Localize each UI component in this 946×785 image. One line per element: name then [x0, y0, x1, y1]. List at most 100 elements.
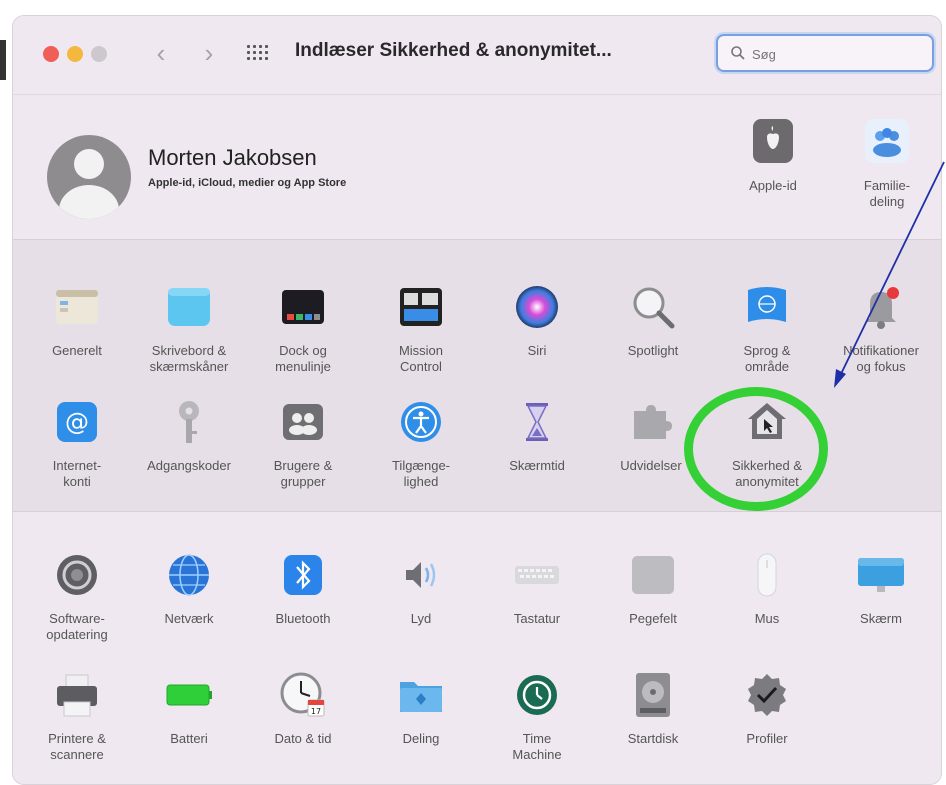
pane-skaerm[interactable]: Skærm: [823, 550, 939, 627]
close-button[interactable]: [43, 46, 59, 62]
notifications-icon: [866, 287, 899, 329]
show-all-grid-icon[interactable]: [247, 45, 271, 63]
network-icon: [169, 554, 209, 596]
pane-batteri[interactable]: Batteri: [131, 670, 247, 747]
siri-icon: [516, 286, 558, 328]
profiles-icon: [748, 674, 786, 716]
pane-label: Bluetooth: [275, 611, 331, 626]
pane-deling[interactable]: Deling: [363, 670, 479, 747]
family-sharing-icon: [865, 119, 909, 163]
mission-control-icon: [400, 288, 442, 326]
screen-time-icon: [526, 403, 548, 441]
pane-pegefelt[interactable]: Pegefelt: [595, 550, 711, 627]
pane-label: Adgangskoder: [147, 458, 231, 473]
printer-icon: [57, 674, 97, 717]
pane-mission-control[interactable]: Mission Control: [363, 282, 479, 375]
accessibility-icon: [401, 402, 441, 442]
pane-bluetooth[interactable]: Bluetooth: [245, 550, 361, 627]
pane-label: Brugere & grupper: [273, 458, 333, 489]
pane-netvaerk[interactable]: Netværk: [131, 550, 247, 627]
zoom-button[interactable]: [91, 46, 107, 62]
search-input[interactable]: [750, 42, 924, 66]
passwords-icon: [179, 401, 199, 443]
pane-label: Profiler: [746, 731, 788, 746]
general-icon: [56, 290, 98, 324]
startup-disk-icon: [636, 673, 670, 717]
pane-dock[interactable]: Dock og menulinje: [245, 282, 361, 375]
pane-profiler[interactable]: Profiler: [709, 670, 825, 747]
pane-label: Udvidelser: [620, 458, 682, 473]
pane-label: Siri: [527, 343, 547, 358]
pane-skrivebord[interactable]: Skrivebord & skærmskåner: [131, 282, 247, 375]
pane-tilgaengelighed[interactable]: Tilgænge- lighed: [363, 397, 479, 490]
pane-label: Sikkerhed & anonymitet: [731, 458, 803, 489]
pane-softwareopdatering[interactable]: Software- opdatering: [19, 550, 135, 643]
pane-label: Skærmtid: [509, 458, 565, 473]
pane-generelt[interactable]: Generelt: [19, 282, 135, 359]
pane-label: Batteri: [170, 731, 208, 746]
dock-icon: [282, 290, 324, 324]
apple-id-label: Apple-id: [749, 178, 797, 193]
pane-label: Printere & scannere: [48, 731, 106, 762]
pane-label: Spotlight: [627, 343, 679, 358]
back-chevron-icon[interactable]: ‹: [149, 38, 173, 68]
pane-label: Time Machine: [512, 731, 562, 762]
pane-label: Dato & tid: [274, 731, 332, 746]
pane-siri[interactable]: Siri: [479, 282, 595, 359]
pane-brugere[interactable]: Brugere & grupper: [245, 397, 361, 490]
pane-label: Notifikationer og fokus: [843, 343, 919, 374]
pane-label: Generelt: [52, 343, 102, 358]
family-sharing-pane[interactable]: Familie- deling: [842, 119, 932, 210]
preferences-section-personal: Generelt Skrivebord & skærmskåner Dock o…: [13, 239, 941, 512]
pane-lyd[interactable]: Lyd: [363, 550, 479, 627]
title-bar: ‹ › Indlæser Sikkerhed & anonymitet...: [13, 16, 941, 94]
pane-adgangskoder[interactable]: Adgangskoder: [131, 397, 247, 474]
pane-tastatur[interactable]: Tastatur: [479, 550, 595, 627]
sound-icon: [406, 562, 436, 588]
mouse-icon: [757, 553, 777, 597]
minimize-button[interactable]: [67, 46, 83, 62]
pane-mus[interactable]: Mus: [709, 550, 825, 627]
pane-label: Internet- konti: [52, 458, 102, 489]
system-preferences-window: ‹ › Indlæser Sikkerhed & anonymitet... M…: [12, 15, 942, 785]
pane-label: Tastatur: [513, 611, 561, 626]
pane-udvidelser[interactable]: Udvidelser: [593, 397, 709, 474]
spotlight-icon: [633, 287, 675, 329]
family-sharing-label: Familie- deling: [863, 178, 911, 209]
pane-sprog[interactable]: Sprog & område: [709, 282, 825, 375]
pane-label: Skrivebord & skærmskåner: [149, 343, 229, 374]
pane-label: Dock og menulinje: [275, 343, 331, 374]
pane-notifikationer[interactable]: Notifikationer og fokus: [823, 282, 939, 375]
pane-time-machine[interactable]: Time Machine: [479, 670, 595, 763]
display-icon: [858, 558, 904, 592]
avatar[interactable]: [47, 135, 131, 219]
pane-spotlight[interactable]: Spotlight: [595, 282, 711, 359]
pane-label: Sprog & område: [743, 343, 791, 374]
forward-chevron-icon[interactable]: ›: [197, 38, 221, 68]
pane-skaermtid[interactable]: Skærmtid: [479, 397, 595, 474]
svg-text:17: 17: [311, 707, 321, 716]
battery-icon: [166, 684, 212, 706]
pane-label: Lyd: [410, 611, 432, 626]
search-icon: [731, 46, 745, 60]
desktop-icon: [168, 288, 210, 326]
svg-text:@: @: [65, 408, 89, 436]
pane-dato-tid[interactable]: 17 Dato & tid: [245, 670, 361, 747]
search-field[interactable]: [716, 34, 934, 72]
users-icon: [283, 404, 323, 440]
preferences-section-hardware: Software- opdatering Netværk Bluetooth L…: [13, 511, 941, 784]
time-machine-icon: [517, 675, 557, 715]
pane-label: Skærm: [860, 611, 902, 626]
user-subtitle: Apple-id, iCloud, medier og App Store: [148, 177, 347, 189]
user-name[interactable]: Morten Jakobsen: [148, 145, 317, 171]
apple-id-pane[interactable]: Apple-id: [728, 119, 818, 194]
internet-accounts-icon: @: [57, 402, 97, 442]
software-update-icon: [57, 555, 97, 595]
pane-internet-konti[interactable]: @ Internet- konti: [19, 397, 135, 490]
pane-label: Mission Control: [398, 343, 444, 374]
background-edge: [0, 40, 6, 80]
pane-printere[interactable]: Printere & scannere: [19, 670, 135, 763]
account-section: Morten Jakobsen Apple-id, iCloud, medier…: [13, 94, 941, 240]
pane-startdisk[interactable]: Startdisk: [595, 670, 711, 747]
pane-sikkerhed[interactable]: Sikkerhed & anonymitet: [709, 397, 825, 490]
